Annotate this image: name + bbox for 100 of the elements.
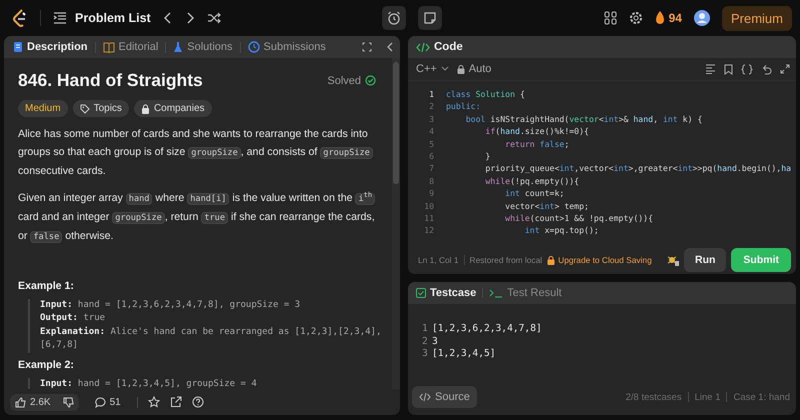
layout-grid-icon[interactable] xyxy=(604,11,617,25)
line-number: 10 xyxy=(423,200,435,212)
save-status: Restored from local xyxy=(470,255,542,265)
code-line: int x=pq.top(); xyxy=(524,224,599,237)
lock-icon xyxy=(547,256,556,264)
problem-list-link[interactable]: Problem List xyxy=(75,11,151,25)
line-number: 2 xyxy=(422,336,428,348)
tab[interactable]: Testcase xyxy=(416,287,476,299)
line-number: 8 xyxy=(428,174,435,188)
code-line: bool isNStraightHand(vector<int>& hand, int k) { xyxy=(464,112,702,126)
cursor-position: Ln 1, Col 1 xyxy=(418,255,459,265)
chevron-left-icon[interactable] xyxy=(162,12,173,24)
chevron-down-icon xyxy=(440,66,449,72)
line-number: 2 xyxy=(428,100,435,113)
code-line: } xyxy=(484,150,490,162)
code-icon xyxy=(419,392,431,402)
line-number: 3 xyxy=(428,112,435,126)
help-icon[interactable] xyxy=(192,396,204,408)
tag-button[interactable]: Topics xyxy=(72,100,129,117)
paragraph: Alice has some number of cards and she wants to rearrange the cards into groups so that each group is of size groupSize , and consists of groupSize consecutive cards. xyxy=(18,125,384,180)
line-number: 12 xyxy=(423,224,435,237)
line-number: 6 xyxy=(428,150,435,162)
alarm-clock-icon xyxy=(387,11,402,25)
tab[interactable]: Solutions xyxy=(170,39,236,55)
problem-title: 846. Hand of Straights xyxy=(18,70,203,91)
checkbox-icon xyxy=(416,288,426,298)
code-line: class Solution { xyxy=(446,88,525,100)
code-line: vector<int> temp; xyxy=(504,200,589,212)
like-button[interactable]: 2.6K xyxy=(10,394,79,410)
comments-button[interactable]: 51 xyxy=(88,396,127,408)
chevron-right-icon[interactable] xyxy=(184,12,195,24)
flask-icon xyxy=(173,41,184,53)
list-icon[interactable] xyxy=(53,12,67,24)
bookmark-icon[interactable] xyxy=(724,64,733,74)
collapse-icon[interactable] xyxy=(386,42,394,52)
note-icon xyxy=(423,11,438,25)
braces-icon[interactable] xyxy=(741,64,753,74)
comment-icon xyxy=(94,396,106,408)
line-number: 7 xyxy=(428,162,435,175)
code-line: public: xyxy=(446,100,481,113)
flame-icon[interactable] xyxy=(654,11,665,25)
example-line: Input: hand = [1,2,3,4,5], groupSize = 4 xyxy=(40,378,258,389)
format-icon[interactable] xyxy=(705,64,716,74)
book-icon xyxy=(102,42,115,52)
line-number: 5 xyxy=(428,138,435,150)
status-text: Line 1 xyxy=(694,392,720,402)
line-number: 3 xyxy=(422,348,428,361)
avatar-icon[interactable] xyxy=(694,10,710,26)
paragraph: Given an integer array hand where hand[i] is the value written on the i$^{th}$ card and an integer groupSize , return true if she can rearrange the cards, or false otherwise. xyxy=(18,190,376,245)
testcase-line: [1,2,3,4,5] xyxy=(432,348,496,361)
check-circle-icon xyxy=(365,75,376,86)
settings-icon[interactable] xyxy=(628,11,643,25)
solved-status: Solved xyxy=(327,74,376,86)
premium-button[interactable]: Premium xyxy=(722,6,792,30)
example-line: Explanation: Alice's hand can be rearranged as [1,2,3],[2,3,4],[6,7,8] xyxy=(40,326,382,352)
example-line: Output: true xyxy=(40,312,106,326)
tab[interactable]: Editorial xyxy=(100,39,162,55)
tab[interactable]: Submissions xyxy=(244,39,329,55)
auto-mode-button[interactable]: Auto xyxy=(456,63,492,75)
shuffle-icon[interactable] xyxy=(206,12,221,24)
line-number: 4 xyxy=(428,125,435,138)
line-number: 11 xyxy=(423,212,435,224)
status-text: Case 1: hand xyxy=(733,392,790,402)
share-icon[interactable] xyxy=(170,396,182,408)
code-line: if(hand.size()%k!=0){ xyxy=(484,125,589,138)
example-heading: Example 1: xyxy=(18,280,75,292)
line-number: 1 xyxy=(428,88,435,100)
undo-icon[interactable] xyxy=(761,64,772,74)
debug-icon[interactable] xyxy=(666,254,679,266)
lock-icon xyxy=(140,104,150,114)
example-line: Input: hand = [1,2,3,6,2,3,4,7,8], groupSize = 3 xyxy=(40,298,302,312)
code-line: int count=k; xyxy=(504,187,564,200)
lock-icon xyxy=(456,64,465,74)
thumbs-down-icon[interactable] xyxy=(62,396,74,408)
status-text: 2/8 testcases xyxy=(626,392,682,402)
upgrade-link[interactable]: Upgrade to Cloud Saving xyxy=(547,255,652,265)
code-icon xyxy=(416,42,430,52)
testcase-line: 3 xyxy=(432,336,438,348)
tab[interactable]: Test Result xyxy=(489,287,562,299)
difficulty-badge: Medium xyxy=(18,100,68,117)
fullscreen-icon[interactable] xyxy=(362,42,372,52)
alarm-button[interactable] xyxy=(382,6,406,30)
tag-button[interactable]: Companies xyxy=(134,100,212,117)
source-button[interactable]: Source xyxy=(412,386,477,408)
line-number: 9 xyxy=(428,187,435,200)
thumbs-up-icon[interactable] xyxy=(15,396,26,408)
clock-icon xyxy=(248,41,260,53)
language-dropdown[interactable]: C++ xyxy=(416,63,449,75)
tab[interactable]: Description xyxy=(10,39,91,55)
code-line: while(count>1 && !pq.empty()){ xyxy=(504,212,654,224)
star-icon[interactable] xyxy=(148,396,160,408)
code-line: while(!pq.empty()){ xyxy=(484,174,580,188)
scrollbar[interactable] xyxy=(392,58,400,389)
run-button[interactable]: Run xyxy=(684,248,726,272)
example-heading: Example 2: xyxy=(18,358,75,371)
code-line: return false; xyxy=(504,138,570,150)
expand-icon[interactable] xyxy=(780,64,790,74)
logo-icon[interactable] xyxy=(12,9,28,27)
testcase-line: [1,2,3,6,2,3,4,7,8] xyxy=(432,323,542,336)
note-button[interactable] xyxy=(418,6,442,30)
